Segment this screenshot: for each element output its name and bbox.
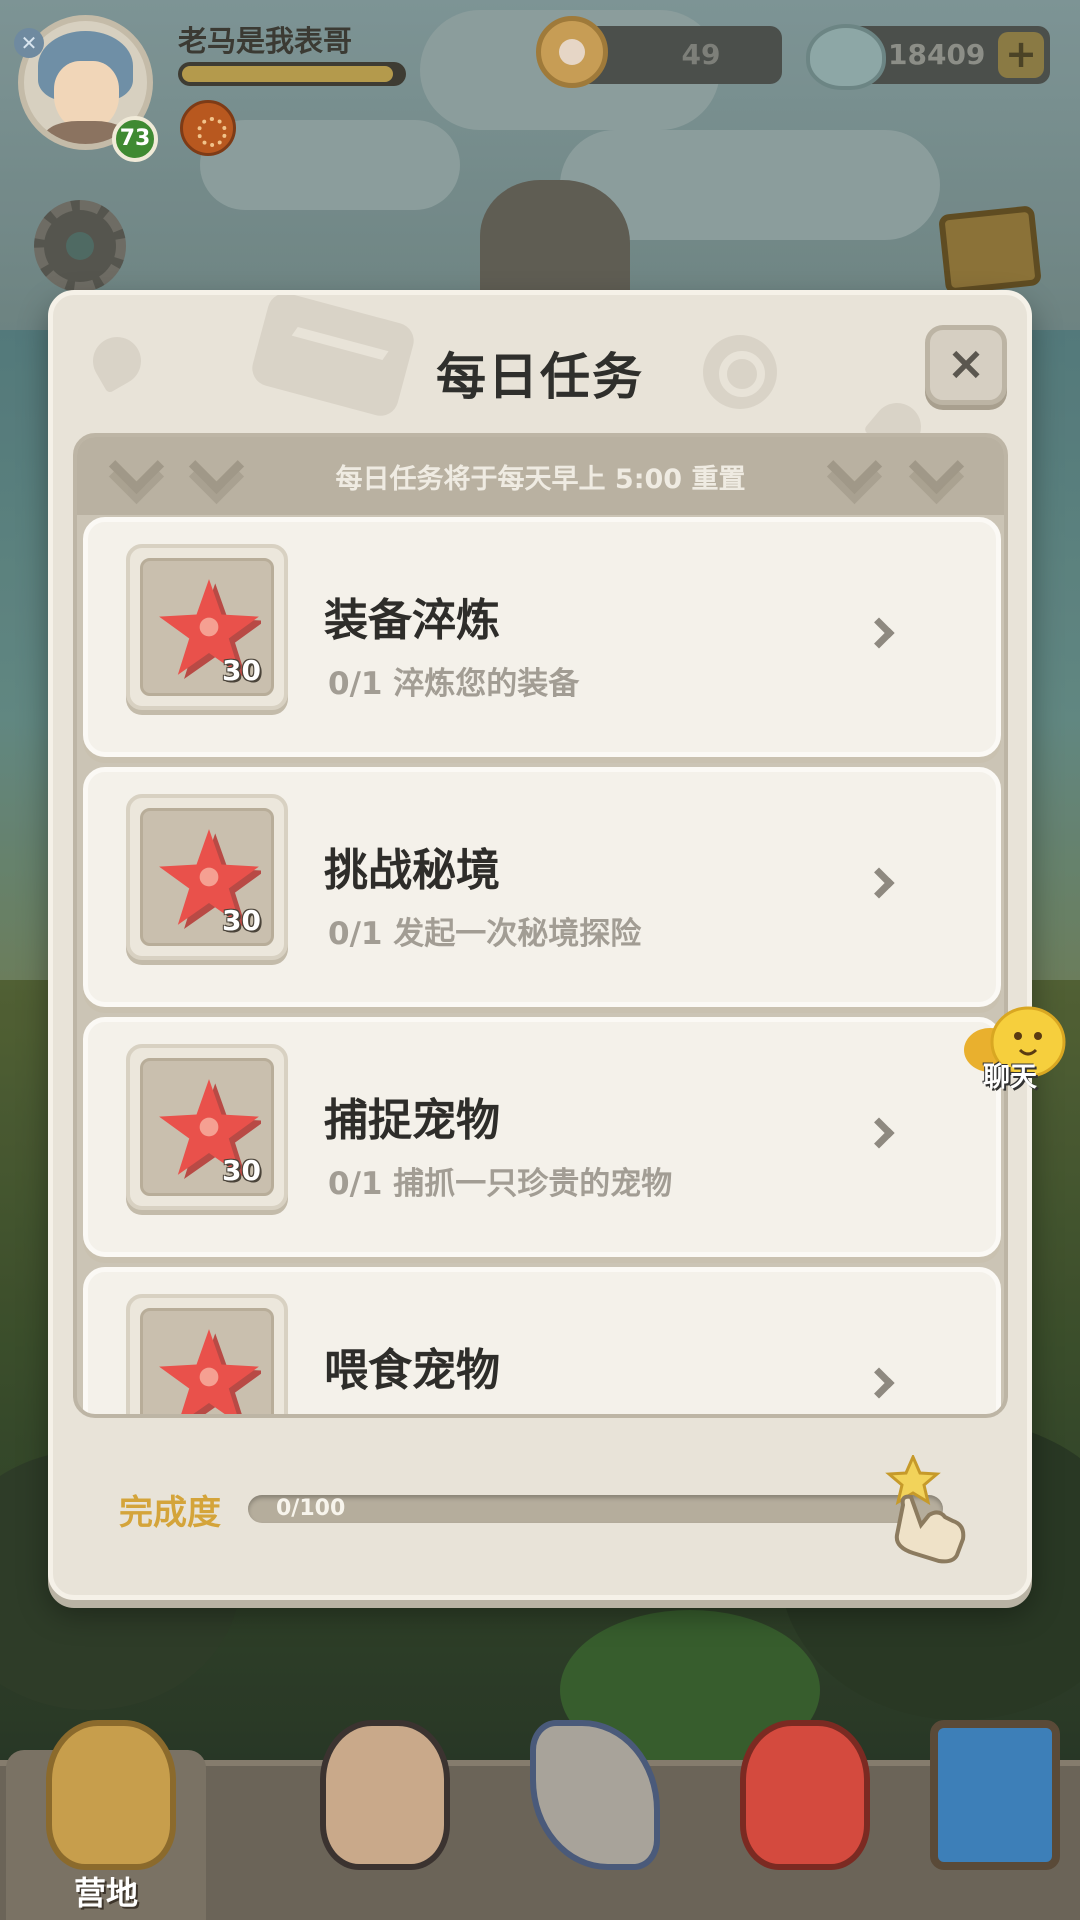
player-level-badge: 73 [112, 116, 158, 162]
close-button[interactable]: × [925, 325, 1007, 405]
add-currency-button[interactable]: + [998, 32, 1044, 78]
pearl-icon [536, 16, 608, 88]
star-hand-reward-icon[interactable] [873, 1455, 983, 1565]
player-xp-fill [182, 66, 394, 82]
reward-slot[interactable] [126, 1294, 288, 1414]
nav-tab-pet[interactable] [700, 1720, 900, 1920]
reward-quantity: 30 [222, 1154, 261, 1187]
reward-slot[interactable]: 30 [126, 794, 288, 960]
task-name: 装备淬炼 [324, 595, 500, 646]
portal-icon [930, 1720, 1060, 1870]
reward-quantity: 30 [222, 904, 261, 937]
chat-label: 聊天 [983, 1062, 1037, 1093]
task-desc-text: 捕抓一只珍贵的宠物 [393, 1166, 673, 1202]
completion-progress-text: 0/100 [276, 1496, 346, 1521]
hero-icon [320, 1720, 450, 1870]
nav-tab-camp[interactable]: 营地 [6, 1720, 206, 1920]
task-progress: 0/1 [328, 916, 383, 952]
chevron-right-icon[interactable] [863, 1117, 895, 1149]
reset-note-banner: 每日任务将于每天早上 5:00 重置 [77, 437, 1004, 515]
daily-tasks-modal: 每日任务 × 每日任务将于每天早上 5:00 重置 30 装备淬炼 0/1 淬炼… [48, 290, 1032, 1600]
camp-icon [46, 1720, 176, 1870]
log-book-icon[interactable] [938, 205, 1042, 295]
completion-label: 完成度 [119, 1493, 221, 1533]
task-progress: 0/1 [328, 1166, 383, 1202]
shell-icon [806, 24, 886, 90]
completion-progress-bar: 0/100 [248, 1495, 943, 1523]
chevron-right-icon[interactable] [863, 1367, 895, 1399]
task-card[interactable]: 喂食宠物 [83, 1267, 1001, 1414]
shell-amount: 18409 [888, 38, 986, 71]
chevron-right-icon[interactable] [863, 867, 895, 899]
reward-slot[interactable]: 30 [126, 1044, 288, 1210]
pearl-amount: 49 [681, 38, 721, 71]
task-list-panel[interactable]: 每日任务将于每天早上 5:00 重置 30 装备淬炼 0/1 淬炼您的装备 30… [73, 433, 1008, 1418]
modal-title: 每日任务 [436, 348, 644, 406]
task-description: 0/1 淬炼您的装备 [328, 658, 579, 703]
task-card[interactable]: 30 装备淬炼 0/1 淬炼您的装备 [83, 517, 1001, 757]
task-description: 0/1 发起一次秘境探险 [328, 908, 641, 953]
task-desc-text: 淬炼您的装备 [393, 666, 580, 702]
task-name: 喂食宠物 [324, 1345, 500, 1396]
nav-tab-label: 营地 [73, 1874, 138, 1912]
nav-tab-equipment[interactable] [490, 1720, 690, 1920]
nav-tab-hero[interactable] [300, 1720, 500, 1920]
task-card[interactable]: 30 捕捉宠物 0/1 捕抓一只珍贵的宠物 [83, 1017, 1001, 1257]
buff-icon[interactable] [180, 100, 236, 156]
task-desc-text: 发起一次秘境探险 [393, 916, 642, 952]
task-name: 捕捉宠物 [324, 1095, 500, 1146]
player-name: 老马是我表哥 [178, 24, 353, 58]
task-name: 挑战秘境 [324, 845, 500, 896]
starfish-icon [159, 1329, 261, 1414]
task-progress: 0/1 [328, 666, 383, 702]
reward-slot[interactable]: 30 [126, 544, 288, 710]
task-list: 30 装备淬炼 0/1 淬炼您的装备 30 挑战秘境 0/1 发起一次秘境探险 … [83, 517, 1001, 1414]
reward-quantity: 30 [222, 654, 261, 687]
avatar-corner-icon: ✕ [14, 28, 44, 58]
reset-note-text: 每日任务将于每天早上 5:00 重置 [335, 464, 746, 495]
task-description: 0/1 捕抓一只珍贵的宠物 [328, 1158, 672, 1203]
pet-icon [740, 1720, 870, 1870]
task-card[interactable]: 30 挑战秘境 0/1 发起一次秘境探险 [83, 767, 1001, 1007]
chevron-right-icon[interactable] [863, 617, 895, 649]
player-xp-bar [178, 62, 406, 86]
nav-tab-portal[interactable] [890, 1720, 1080, 1920]
settings-gear-icon[interactable] [34, 200, 126, 292]
